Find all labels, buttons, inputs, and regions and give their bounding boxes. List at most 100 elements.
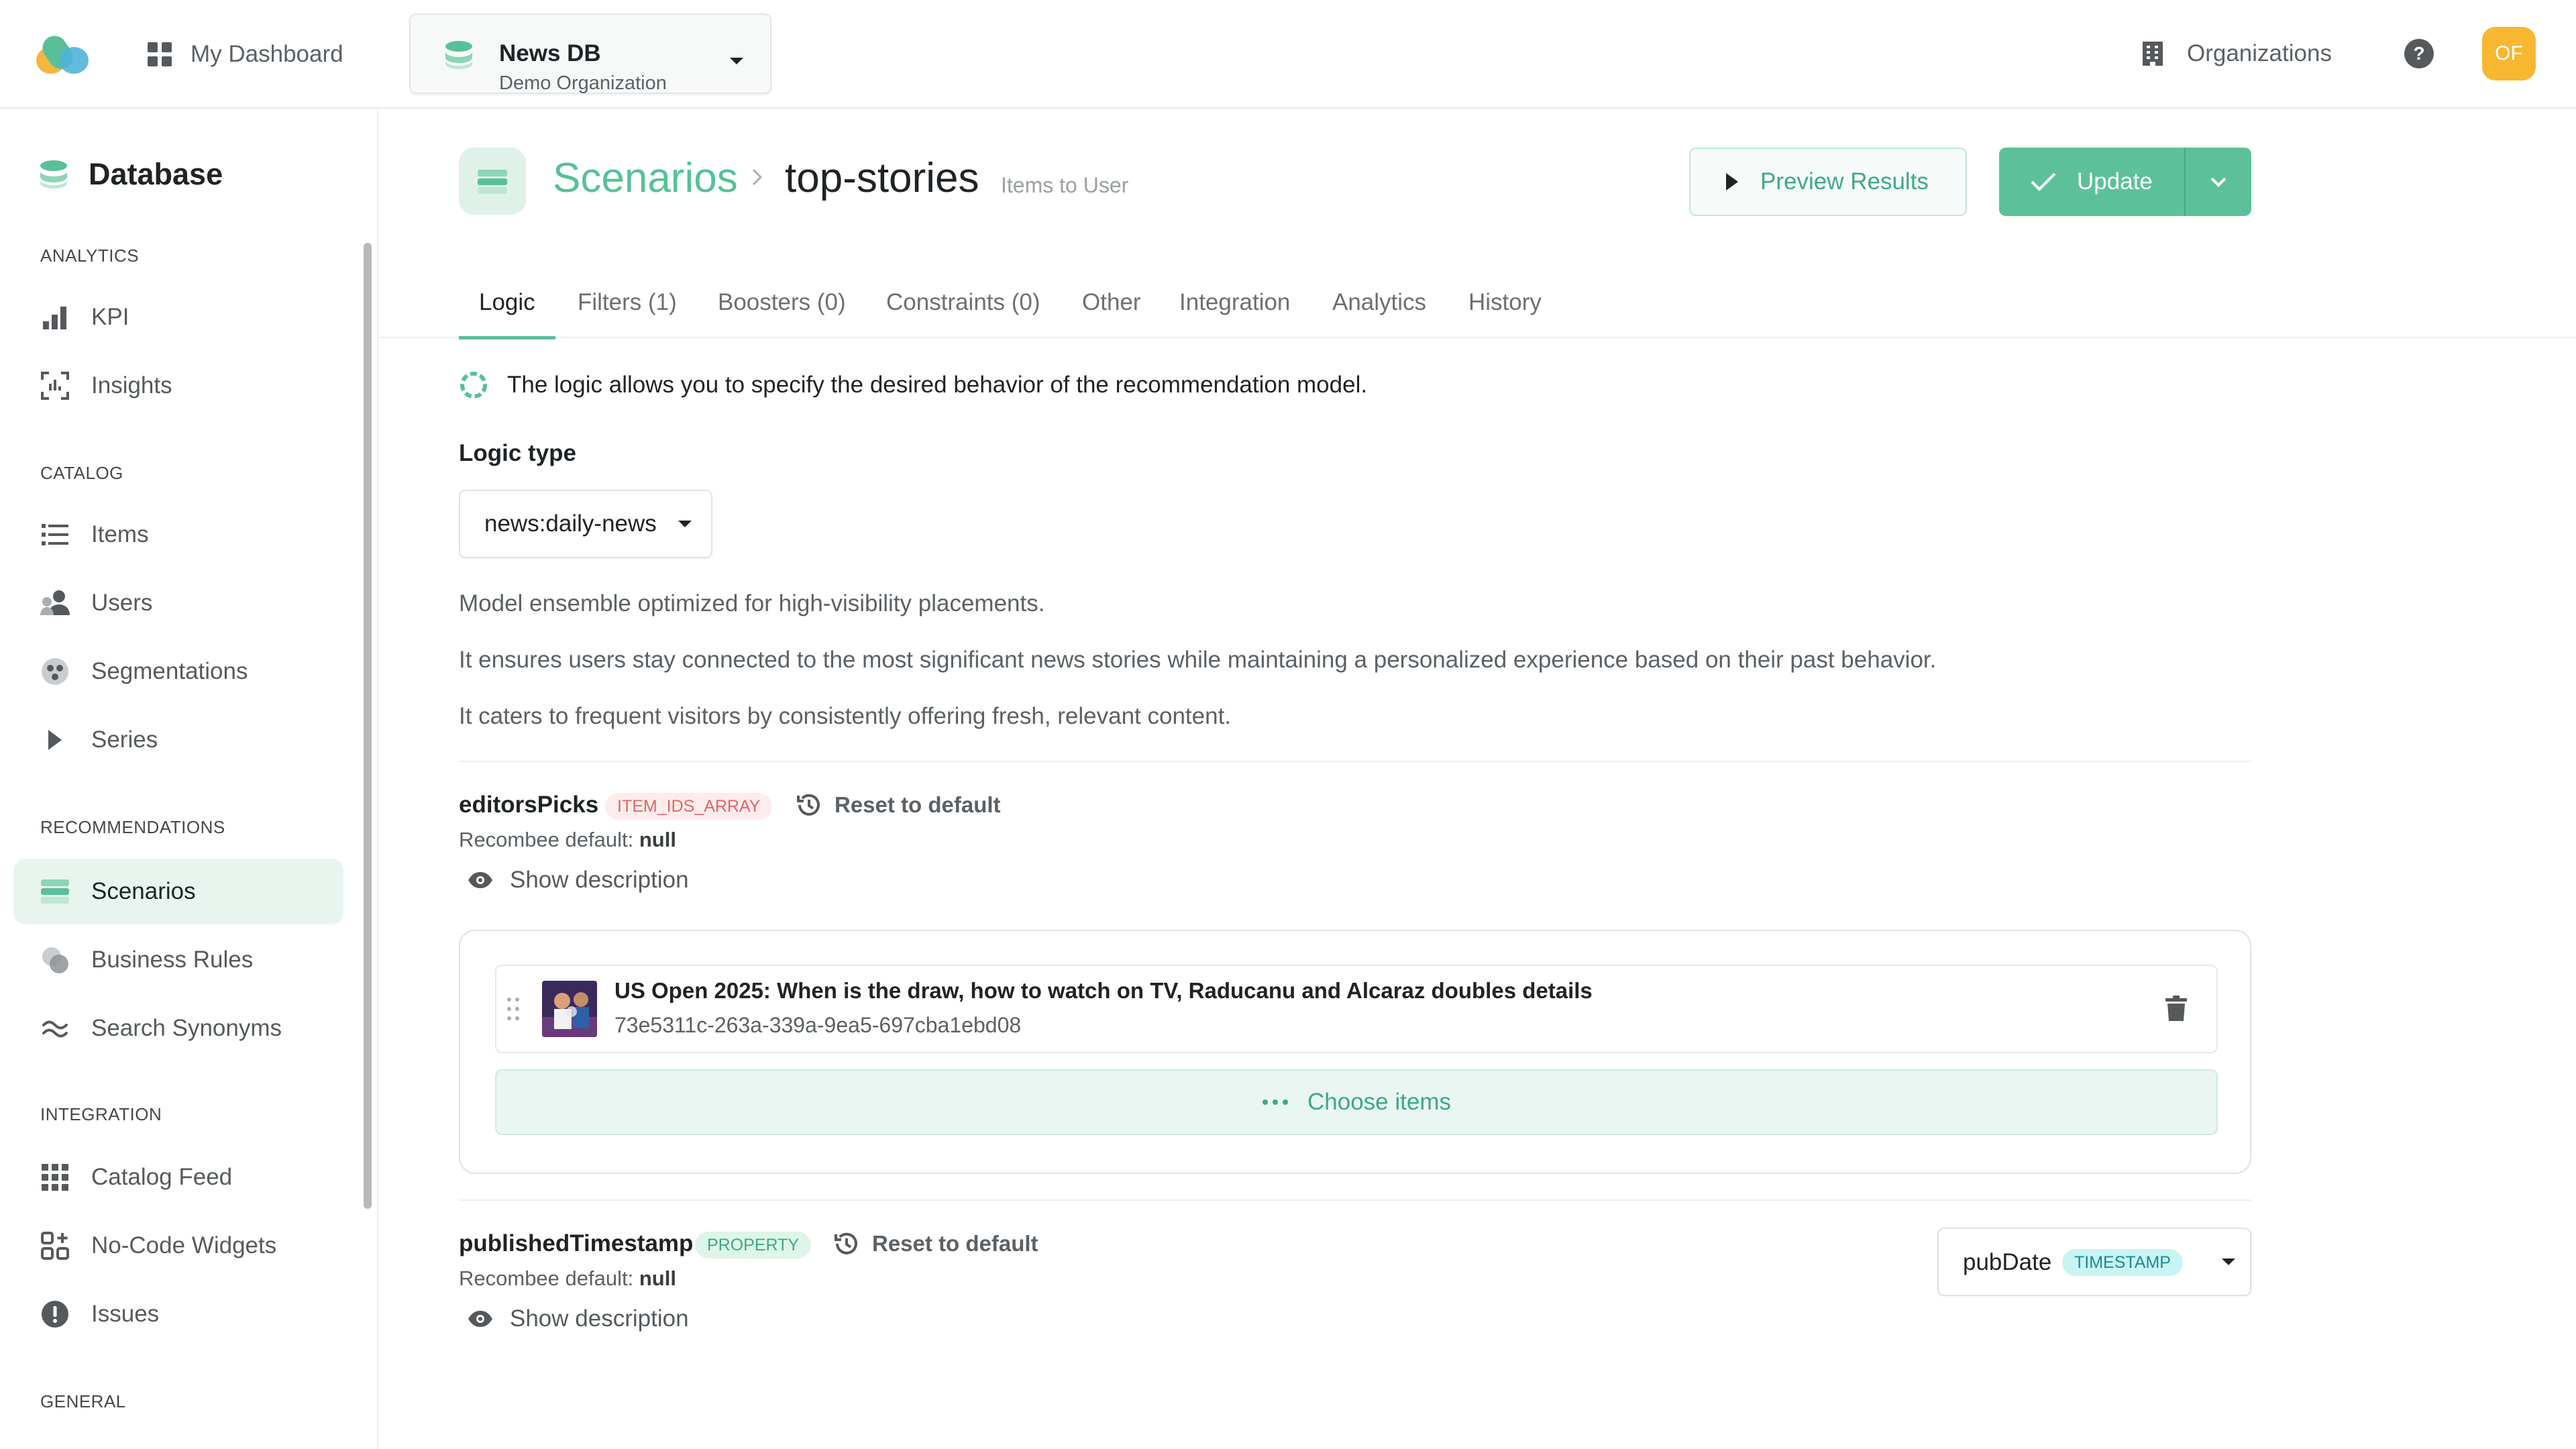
insights-icon	[39, 370, 71, 402]
info-ring-icon	[459, 370, 488, 400]
property-select-value: pubDate	[1963, 1249, 2052, 1275]
sidebar-item-scenarios[interactable]: Scenarios	[13, 859, 343, 924]
logic-description-2: It ensures users stay connected to the m…	[459, 647, 1937, 673]
user-avatar[interactable]: OF	[2482, 27, 2536, 80]
page-title: top-stories	[785, 155, 979, 201]
tab-integration[interactable]: Integration	[1179, 278, 1290, 338]
sidebar-item-label: Scenarios	[91, 878, 196, 904]
widgets-icon	[39, 1230, 71, 1262]
breadcrumb-scenarios[interactable]: Scenarios	[553, 154, 738, 202]
sidebar-item-label: Series	[91, 727, 158, 753]
app-logo[interactable]	[32, 30, 94, 76]
logic-type-value: news:daily-news	[484, 511, 657, 537]
divider	[459, 1199, 2251, 1201]
sidebar-item-label: Segmentations	[91, 658, 248, 684]
sidebar-item-series[interactable]: Series	[13, 707, 343, 773]
sidebar-item-issues[interactable]: Issues	[13, 1281, 343, 1347]
sidebar-item-no-code-widgets[interactable]: No-Code Widgets	[13, 1213, 343, 1279]
sidebar-item-insights[interactable]: Insights	[13, 353, 343, 419]
choose-items-label: Choose items	[1307, 1089, 1451, 1115]
top-bar: My Dashboard News DB Demo Organization O…	[0, 0, 2576, 109]
sidebar-title-label: Database	[89, 157, 223, 191]
tab-constraints[interactable]: Constraints (0)	[886, 278, 1040, 338]
sidebar-item-label: Catalog Feed	[91, 1164, 233, 1190]
eye-icon	[467, 871, 494, 890]
update-options-dropdown[interactable]	[2184, 148, 2251, 216]
reset-label: Reset to default	[872, 1231, 1038, 1256]
eye-icon	[467, 1309, 494, 1328]
chevron-right-icon	[751, 168, 763, 186]
play-icon	[1724, 172, 1740, 192]
users-icon	[39, 587, 71, 619]
tab-boosters[interactable]: Boosters (0)	[718, 278, 846, 338]
sidebar-item-label: Business Rules	[91, 947, 254, 973]
logic-type-label: Logic type	[459, 440, 577, 466]
item-thumbnail	[542, 981, 597, 1037]
list-icon	[39, 519, 71, 551]
show-description-label: Show description	[510, 1305, 689, 1332]
rules-icon	[39, 944, 71, 976]
database-name: News DB	[499, 40, 601, 66]
tab-logic[interactable]: Logic	[459, 278, 555, 339]
show-description-button[interactable]: Show description	[467, 1305, 689, 1332]
item-title: US Open 2025: When is the draw, how to w…	[614, 978, 1593, 1003]
sidebar-item-search-synonyms[interactable]: Search Synonyms	[13, 996, 343, 1061]
my-dashboard-link[interactable]: My Dashboard	[146, 35, 343, 74]
section-analytics: ANALYTICS	[40, 246, 140, 266]
organization-name: Demo Organization	[499, 72, 667, 94]
param-name: editorsPicks	[459, 792, 599, 818]
section-recommendations: RECOMMENDATIONS	[40, 817, 225, 837]
organizations-link[interactable]: Organizations	[2141, 34, 2332, 74]
property-type-badge: TIMESTAMP	[2062, 1249, 2183, 1276]
tab-analytics[interactable]: Analytics	[1332, 278, 1426, 338]
scenarios-icon	[39, 875, 71, 908]
section-integration: INTEGRATION	[40, 1104, 162, 1124]
tab-other[interactable]: Other	[1082, 278, 1141, 338]
tab-filters[interactable]: Filters (1)	[578, 278, 677, 338]
sidebar-item-catalog-feed[interactable]: Catalog Feed	[13, 1144, 343, 1210]
section-general: GENERAL	[40, 1391, 126, 1411]
trash-icon[interactable]	[2165, 996, 2187, 1022]
show-description-button[interactable]: Show description	[467, 867, 689, 894]
reset-label: Reset to default	[835, 792, 1001, 817]
page-subtitle: Items to User	[1001, 173, 1129, 197]
scenarios-icon	[459, 148, 526, 215]
approx-icon	[39, 1012, 71, 1044]
logic-description-1: Model ensemble optimized for high-visibi…	[459, 590, 1045, 616]
sidebar-item-kpi[interactable]: KPI	[13, 284, 343, 350]
recombee-default: Recombee default: null	[459, 1267, 676, 1291]
organizations-label: Organizations	[2187, 40, 2332, 66]
update-button[interactable]: Update	[1999, 148, 2184, 216]
default-value: null	[639, 1267, 676, 1290]
sidebar-item-users[interactable]: Users	[13, 570, 343, 636]
tab-bar: Logic Filters (1) Boosters (0) Constrain…	[380, 278, 2576, 339]
item-id: 73e5311c-263a-339a-9ea5-697cba1ebd08	[614, 1013, 1022, 1037]
sidebar-item-items[interactable]: Items	[13, 502, 343, 568]
sidebar-scrollbar[interactable]	[364, 243, 372, 1209]
preview-results-label: Preview Results	[1760, 168, 1929, 195]
my-dashboard-label: My Dashboard	[191, 41, 343, 67]
drag-handle-icon[interactable]	[506, 996, 521, 1022]
param-type-badge: ITEM_IDS_ARRAY	[605, 793, 773, 820]
sidebar-item-business-rules[interactable]: Business Rules	[13, 927, 343, 993]
default-label: Recombee default:	[459, 828, 634, 851]
logic-type-select[interactable]: news:daily-news	[459, 490, 712, 558]
chevron-down-icon	[729, 56, 745, 66]
property-select[interactable]: pubDate TIMESTAMP	[1937, 1228, 2251, 1296]
help-icon[interactable]: ?	[2404, 39, 2434, 68]
sidebar-item-segmentations[interactable]: Segmentations	[13, 639, 343, 704]
database-icon	[39, 160, 68, 189]
default-value: null	[639, 828, 676, 851]
choose-items-button[interactable]: Choose items	[495, 1069, 2218, 1135]
reset-to-default-button[interactable]: Reset to default	[796, 792, 1001, 818]
history-icon	[833, 1230, 860, 1257]
sidebar-item-label: Issues	[91, 1301, 160, 1327]
database-switcher[interactable]: News DB Demo Organization	[409, 13, 771, 94]
main-content: Scenarios top-stories Items to User Prev…	[380, 109, 2576, 1449]
alert-icon	[39, 1298, 71, 1330]
preview-results-button[interactable]: Preview Results	[1689, 148, 1967, 216]
tab-history[interactable]: History	[1468, 278, 1542, 338]
reset-to-default-button[interactable]: Reset to default	[833, 1230, 1038, 1257]
sidebar-item-label: Insights	[91, 372, 172, 398]
list-item[interactable]: US Open 2025: When is the draw, how to w…	[495, 965, 2218, 1053]
